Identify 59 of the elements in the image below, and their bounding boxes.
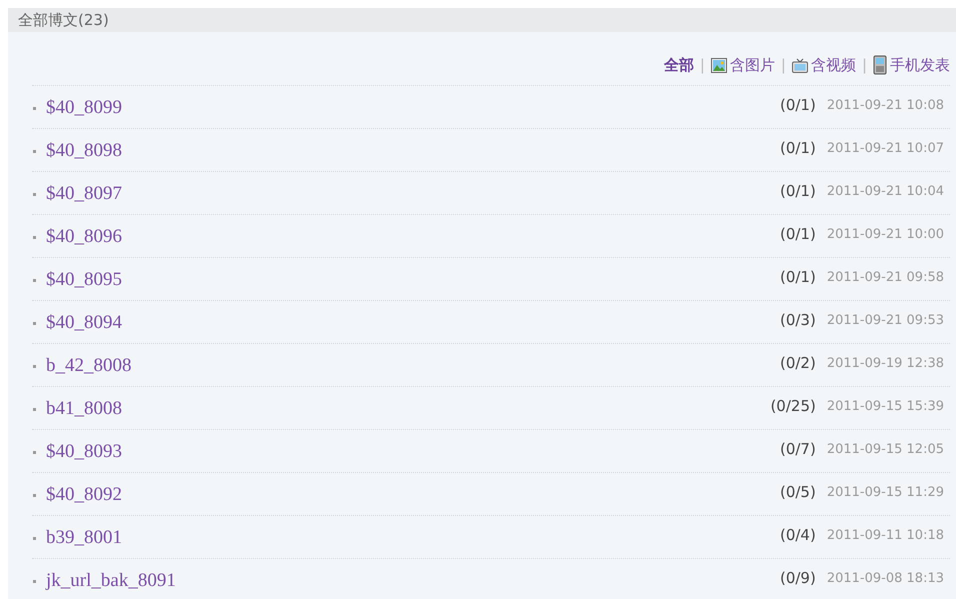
post-title-link[interactable]: $40_8092	[46, 484, 780, 506]
post-date: 2011-09-21 10:07	[826, 140, 944, 156]
bullet-icon	[33, 364, 36, 368]
bullet-icon	[33, 236, 36, 238]
post-date: 2011-09-15 15:39	[826, 398, 944, 414]
comment-count: (0/9)	[780, 569, 816, 587]
filter-link[interactable]: 手机发表	[873, 55, 950, 75]
post-date: 2011-09-21 10:08	[826, 98, 944, 112]
post-date: 2011-09-15 11:29	[826, 484, 944, 500]
picture-icon	[710, 58, 727, 72]
comment-count: (0/1)	[780, 139, 816, 157]
bullet-icon	[33, 192, 36, 196]
post-date: 2011-09-21 09:58	[826, 270, 944, 284]
bullet-icon	[33, 494, 36, 496]
bullet-icon	[33, 322, 36, 324]
post-date: 2011-09-15 12:05	[826, 442, 944, 456]
comment-count: (0/7)	[780, 440, 816, 458]
bullet-icon	[33, 106, 36, 110]
post-title-link[interactable]: $40_8093	[46, 441, 780, 463]
post-title-link[interactable]: $40_8097	[46, 183, 780, 205]
filter-link[interactable]: 含视频	[792, 56, 856, 74]
post-title-link[interactable]: $40_8099	[46, 97, 780, 119]
comment-count: (0/25)	[770, 397, 816, 415]
comment-count: (0/1)	[780, 96, 816, 114]
post-date: 2011-09-08 18:13	[826, 570, 944, 586]
post-date: 2011-09-11 10:18	[826, 528, 944, 542]
post-date: 2011-09-21 10:04	[826, 184, 944, 198]
separator: |	[862, 56, 867, 74]
comment-count: (0/5)	[780, 483, 816, 501]
section-title: 全部博文(23)	[18, 10, 109, 30]
separator: |	[780, 56, 786, 74]
bullet-icon	[33, 150, 36, 152]
post-title-link[interactable]: b_42_8008	[46, 355, 780, 377]
filter-link[interactable]: 全部	[664, 56, 694, 74]
post-date: 2011-09-19 12:38	[826, 356, 944, 370]
comment-count: (0/3)	[780, 311, 816, 329]
comment-count: (0/1)	[780, 225, 816, 243]
bullet-icon	[33, 536, 36, 540]
comment-count: (0/2)	[780, 354, 816, 372]
phone-icon	[873, 55, 887, 75]
post-title-link[interactable]: b41_8008	[46, 398, 770, 420]
post-title-link[interactable]: $40_8095	[46, 269, 780, 291]
separator: |	[700, 56, 705, 74]
bullet-icon	[33, 450, 36, 454]
comment-count: (0/1)	[780, 268, 816, 286]
post-title-link[interactable]: b39_8001	[46, 527, 780, 549]
bullet-icon	[33, 408, 36, 410]
post-date: 2011-09-21 10:00	[826, 226, 944, 242]
comment-count: (0/4)	[780, 526, 816, 544]
post-title-link[interactable]: $40_8094	[46, 312, 780, 334]
bullet-icon	[33, 278, 36, 282]
post-title-link[interactable]: jk_url_bak_8091	[46, 570, 780, 592]
post-title-link[interactable]: $40_8098	[46, 140, 780, 162]
bullet-icon	[33, 580, 36, 582]
filter-link[interactable]: 含图片	[710, 56, 775, 74]
post-title-link[interactable]: $40_8096	[46, 226, 780, 248]
post-date: 2011-09-21 09:53	[826, 312, 944, 328]
comment-count: (0/1)	[780, 182, 816, 200]
tv-icon	[792, 58, 808, 72]
